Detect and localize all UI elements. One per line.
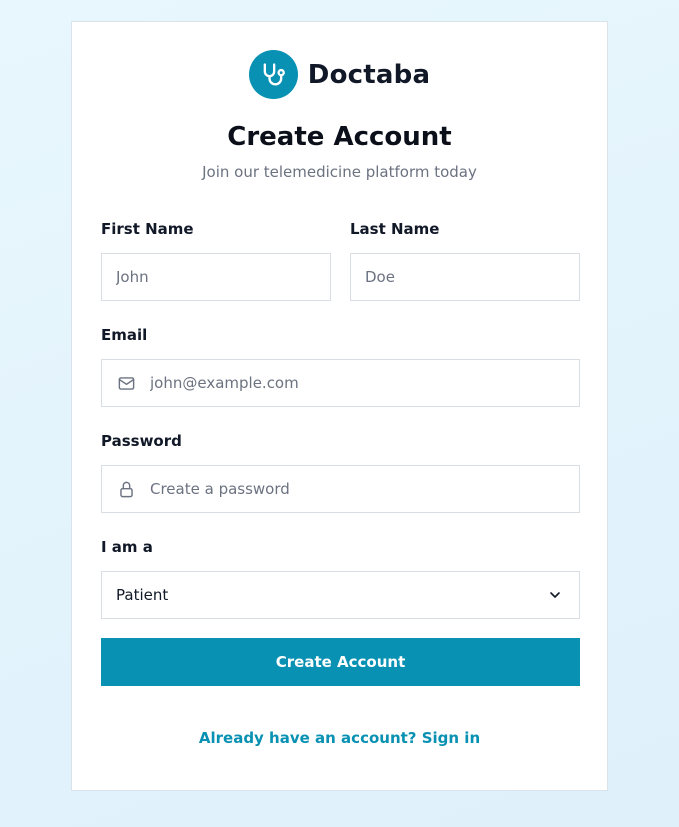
chevron-down-icon xyxy=(547,587,563,603)
last-name-field[interactable] xyxy=(350,253,580,301)
role-select[interactable]: Patient xyxy=(101,571,580,619)
stethoscope-icon xyxy=(248,50,298,99)
password-label: Password xyxy=(101,432,182,450)
brand-header: Doctaba xyxy=(72,50,607,99)
lock-icon xyxy=(116,479,136,499)
create-account-button[interactable]: Create Account xyxy=(101,638,580,686)
page-title: Create Account xyxy=(227,122,452,152)
password-field[interactable] xyxy=(101,465,580,513)
brand-name: Doctaba xyxy=(307,59,431,90)
role-selected-value: Patient xyxy=(116,586,169,604)
last-name-input[interactable] xyxy=(365,254,565,300)
sign-in-link[interactable]: Already have an account? Sign in xyxy=(72,729,607,747)
email-label: Email xyxy=(101,326,148,344)
signup-card: Doctaba Create Account Join our telemedi… xyxy=(71,21,608,791)
role-label: I am a xyxy=(101,538,153,556)
email-input[interactable] xyxy=(150,360,565,406)
first-name-label: First Name xyxy=(101,220,194,238)
email-field[interactable] xyxy=(101,359,580,407)
last-name-label: Last Name xyxy=(350,220,440,238)
first-name-input[interactable] xyxy=(116,254,316,300)
mail-icon xyxy=(116,373,136,393)
password-input[interactable] xyxy=(150,466,565,512)
page-subtitle: Join our telemedicine platform today xyxy=(202,163,477,181)
first-name-field[interactable] xyxy=(101,253,331,301)
